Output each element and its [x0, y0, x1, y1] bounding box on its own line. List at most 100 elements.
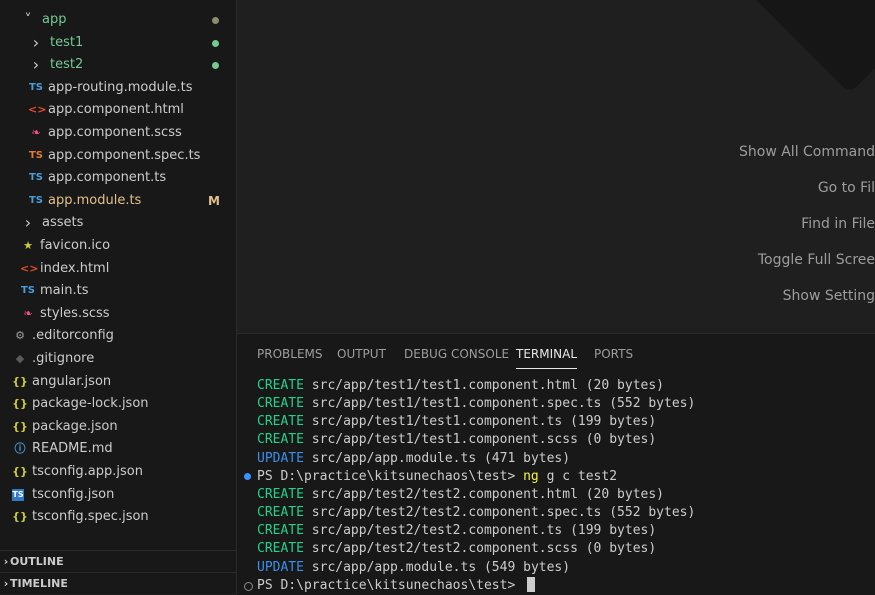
tree-item-label: test2	[50, 57, 84, 73]
tree-item-label: app.component.ts	[48, 170, 167, 186]
tree-item-label: test1	[50, 34, 84, 50]
file-item[interactable]: ⚙ .editorconfig	[0, 325, 236, 347]
chevron-right-icon: ›	[32, 55, 40, 75]
terminal-keyword: CREATE	[257, 486, 304, 502]
file-item[interactable]: ❧ app.component.scss	[0, 122, 236, 144]
terminal-keyword: CREATE	[257, 378, 304, 393]
json-file-icon: {}	[12, 397, 28, 411]
terminal-keyword: CREATE	[257, 432, 304, 448]
typescript-file-icon: TS	[20, 285, 36, 297]
command-status-dot[interactable]	[244, 582, 253, 592]
file-item[interactable]: TS app.module.ts M	[0, 190, 236, 212]
file-item[interactable]: {} package-lock.json	[0, 393, 236, 415]
sass-file-icon: ❧	[31, 126, 41, 139]
file-item[interactable]: {} angular.json	[0, 371, 236, 393]
terminal-output-line: CREATE src/app/test2/test2.component.spe…	[257, 505, 696, 521]
tab-debug-console[interactable]: DEBUG CONSOLE	[404, 346, 509, 368]
sass-file-icon: ❧	[23, 306, 33, 320]
tree-item-label: app.component.spec.ts	[48, 147, 201, 163]
outline-label: OUTLINE	[10, 555, 64, 568]
file-item[interactable]: TS app.component.ts	[0, 167, 236, 189]
tree-item-label: tsconfig.spec.json	[32, 509, 149, 525]
terminal-keyword: CREATE	[257, 414, 304, 430]
tree-item-label: .editorconfig	[32, 328, 114, 344]
typescript-file-icon: TS	[28, 194, 44, 206]
terminal-output-line: CREATE src/app/test1/test1.component.spe…	[257, 396, 696, 412]
typescript-file-icon: TS	[28, 149, 44, 161]
folder-item[interactable]: › test1	[0, 32, 236, 54]
file-item[interactable]: TS main.ts	[0, 280, 236, 302]
tree-item-label: app.component.html	[48, 102, 184, 118]
tab-ports[interactable]: PORTS	[594, 346, 633, 368]
tab-terminal[interactable]: TERMINAL	[516, 346, 578, 369]
file-item[interactable]: ★ favicon.ico	[0, 235, 236, 257]
hint-go-to-file: Go to Fil	[817, 180, 875, 196]
terminal-output-line: UPDATE src/app/app.module.ts (549 bytes)	[257, 559, 571, 575]
file-item[interactable]: ❧ styles.scss	[0, 303, 236, 325]
chevron-right-icon: ›	[24, 213, 32, 233]
command-status-dot[interactable]	[244, 473, 251, 481]
timeline-label: TIMELINE	[10, 577, 68, 590]
hint-show-settings: Show Setting	[782, 288, 875, 304]
git-status-dot	[212, 62, 219, 70]
file-item[interactable]: {} tsconfig.app.json	[0, 461, 236, 483]
tab-problems[interactable]: PROBLEMS	[257, 346, 323, 368]
file-item[interactable]: ◆ .gitignore	[0, 348, 236, 370]
terminal-keyword: CREATE	[257, 505, 304, 521]
tree-item-label: app-routing.module.ts	[48, 79, 193, 95]
file-item[interactable]: <> app.component.html	[0, 99, 236, 121]
terminal-prompt-line: PS D:\practice\kitsunechaos\test> ng g c…	[257, 468, 618, 484]
tab-output[interactable]: OUTPUT	[337, 346, 386, 368]
folder-item[interactable]: ˅ app	[0, 9, 236, 31]
file-item[interactable]: TS tsconfig.json	[0, 484, 236, 506]
outline-section-header[interactable]: › OUTLINE	[0, 550, 236, 573]
tree-item-label: .gitignore	[32, 351, 95, 366]
editor-area: Show All Command Go to Fil Find in File …	[237, 0, 875, 333]
file-item[interactable]: {} package.json	[0, 416, 236, 438]
hint-toggle-full-screen: Toggle Full Scree	[757, 252, 875, 268]
folder-item[interactable]: › test2	[0, 54, 236, 76]
tree-item-label: tsconfig.json	[32, 486, 115, 502]
file-item[interactable]: TS app-routing.module.ts	[0, 77, 236, 99]
file-item[interactable]: TS app.component.spec.ts	[0, 145, 236, 167]
terminal-keyword: UPDATE	[257, 559, 304, 575]
git-modified-badge: M	[208, 193, 220, 208]
git-status-dot	[212, 17, 219, 24]
terminal-output-line: CREATE src/app/test2/test2.component.ts …	[257, 523, 657, 539]
tree-item-label: app.component.scss	[48, 125, 182, 140]
terminal-cursor	[527, 576, 536, 592]
terminal-output-line: UPDATE src/app/app.module.ts (471 bytes)	[257, 450, 571, 466]
chevron-right-icon: ›	[32, 32, 40, 52]
terminal-output-line: CREATE src/app/test2/test2.component.scs…	[257, 541, 657, 557]
tree-item-label: styles.scss	[40, 305, 110, 321]
favicon-star-icon: ★	[23, 239, 33, 252]
json-file-icon: {}	[12, 510, 28, 524]
tree-item-label: main.ts	[40, 283, 89, 299]
gear-icon: ⚙	[15, 329, 25, 343]
typescript-file-icon: TS	[28, 81, 44, 93]
chevron-down-icon: ˅	[24, 12, 32, 28]
file-item[interactable]: {} tsconfig.spec.json	[0, 506, 236, 528]
explorer-sidebar: ˅ app › test1 › test2 TS app-routing.module.ts <…	[0, 0, 237, 594]
tree-item-label: README.md	[32, 441, 113, 457]
tree-item-label: app	[42, 12, 67, 27]
terminal-output-line: CREATE src/app/test1/test1.component.scs…	[257, 432, 657, 448]
tree-item-label: app.module.ts	[48, 192, 142, 208]
terminal-keyword: CREATE	[257, 523, 304, 539]
vscode-logo-watermark	[736, 0, 875, 94]
git-file-icon: ◆	[15, 352, 25, 365]
hint-show-all-commands: Show All Command	[739, 144, 875, 160]
terminal-keyword: CREATE	[257, 541, 304, 557]
json-file-icon: {}	[12, 465, 28, 478]
bottom-panel: PROBLEMS OUTPUT DEBUG CONSOLE TERMINAL P…	[237, 333, 875, 595]
tree-item-label: package.json	[32, 418, 118, 434]
typescript-file-icon: TS	[28, 172, 44, 184]
timeline-section-header[interactable]: › TIMELINE	[0, 572, 236, 594]
folder-item[interactable]: › assets	[0, 212, 236, 234]
tree-item-label: package-lock.json	[32, 396, 149, 412]
terminal-prompt-line: PS D:\practice\kitsunechaos\test>	[257, 576, 536, 595]
file-item[interactable]: ⓘ README.md	[0, 438, 236, 460]
file-item[interactable]: <> index.html	[0, 258, 236, 280]
tsconfig-file-icon: TS	[12, 488, 24, 501]
tree-item-label: tsconfig.app.json	[32, 464, 143, 479]
